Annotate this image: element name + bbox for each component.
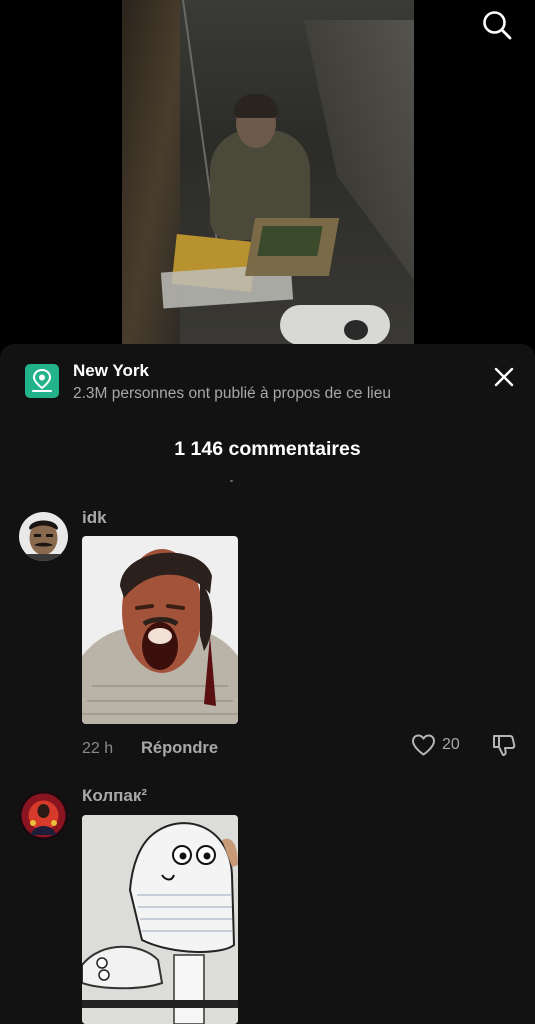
comment-username[interactable]: idk [82,508,107,528]
comment-image-art [82,815,238,1024]
comment-image[interactable] [82,536,238,724]
location-banner[interactable]: New York 2.3M personnes ont publié à pro… [0,344,535,414]
video-box-inner [257,226,323,256]
search-icon [483,11,512,40]
divider [230,480,233,482]
close-button[interactable] [493,366,515,388]
comment-username[interactable]: Колпак² [82,786,147,806]
search-button[interactable] [481,9,513,41]
comment-image-art [82,536,238,724]
close-icon [494,367,514,387]
location-pin-icon [32,368,52,392]
like-count: 20 [442,736,460,753]
video-player[interactable] [0,0,535,360]
video-floor-object [280,305,390,345]
comments-count-title: 1 146 commentaires [174,438,361,460]
location-name: New York [73,361,149,380]
video-person-hair [234,94,278,118]
location-subtitle: 2.3M personnes ont publié à propos de ce… [73,385,391,402]
location-badge [25,364,59,398]
dislike-button[interactable] [491,732,517,758]
heart-icon [412,734,435,756]
comment-image[interactable] [82,815,238,1024]
avatar[interactable] [19,791,68,840]
video-frame[interactable] [122,0,414,360]
thumbs-down-icon [493,735,516,756]
reply-button[interactable]: Répondre [141,739,218,758]
like-button[interactable]: 20 [411,733,460,757]
comments-sheet: New York 2.3M personnes ont publié à pro… [0,344,535,1024]
video-floor-spot [344,320,368,340]
avatar-image [19,512,68,561]
avatar[interactable] [19,512,68,561]
comment-time: 22 h [82,740,114,757]
avatar-image [19,791,68,840]
